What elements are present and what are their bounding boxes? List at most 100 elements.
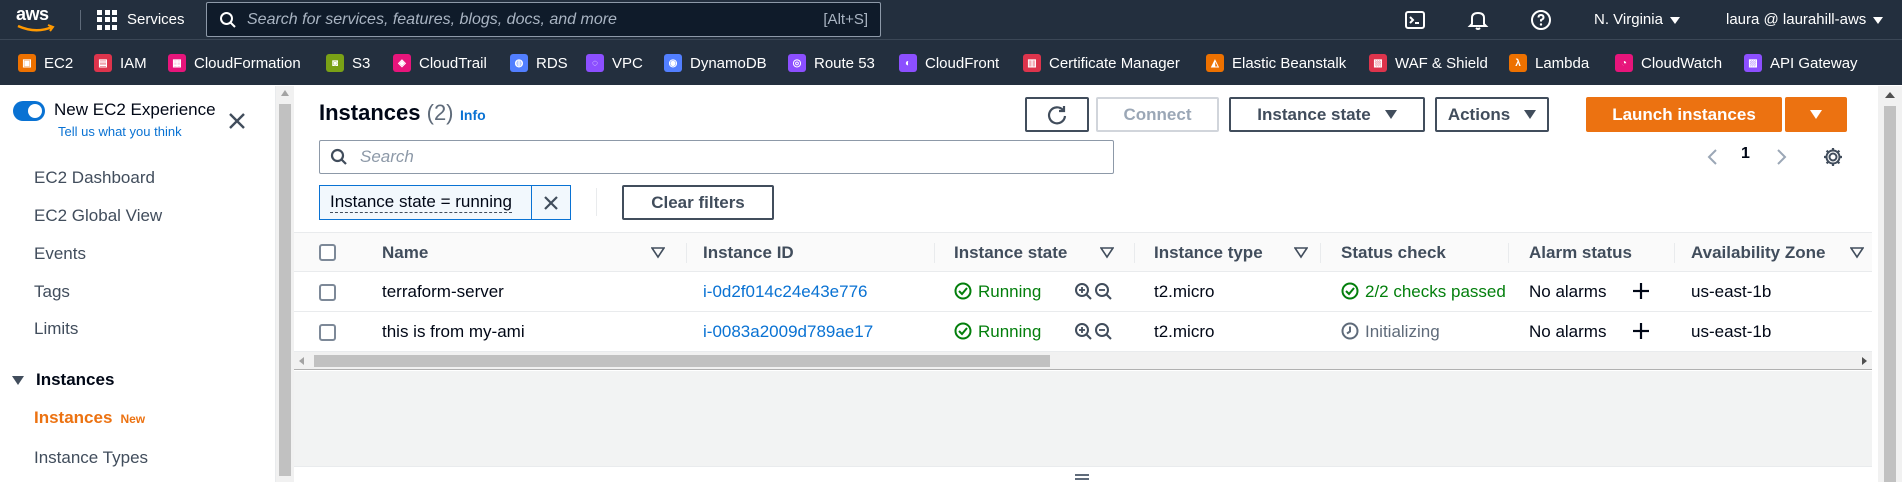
select-all-checkbox[interactable] xyxy=(319,244,336,261)
instance-state-button[interactable]: Instance state xyxy=(1229,97,1425,132)
col-instance-type[interactable]: Instance type xyxy=(1154,243,1263,263)
sidebar-section-instances[interactable]: Instances xyxy=(12,370,114,390)
global-search-input[interactable]: Search for services, features, blogs, do… xyxy=(206,2,881,37)
fav-dynamodb[interactable]: ◉ DynamoDB xyxy=(664,53,767,73)
filter-token-label: Instance state = running xyxy=(330,192,512,213)
actions-button[interactable]: Actions xyxy=(1435,97,1549,132)
sidebar-item-ec2-dashboard[interactable]: EC2 Dashboard xyxy=(34,168,155,188)
scroll-right-icon[interactable] xyxy=(1862,357,1867,365)
plus-icon[interactable] xyxy=(1630,280,1652,302)
col-name[interactable]: Name xyxy=(382,243,428,263)
cloudshell-icon[interactable] xyxy=(1403,8,1427,32)
launch-instances-button[interactable]: Launch instances xyxy=(1586,97,1782,132)
close-icon xyxy=(544,195,558,210)
fav-vpc[interactable]: ◌ VPC xyxy=(586,53,643,73)
fav-cloudformation[interactable]: ▦ CloudFormation xyxy=(168,53,301,73)
fav-certificate-manager[interactable]: ▥ Certificate Manager xyxy=(1023,53,1180,73)
lambda-icon: λ xyxy=(1509,54,1527,72)
col-alarm-status[interactable]: Alarm status xyxy=(1529,243,1632,263)
fav-route53[interactable]: ◎ Route 53 xyxy=(788,53,875,73)
fav-elastic-beanstalk[interactable]: ◭ Elastic Beanstalk xyxy=(1206,53,1346,73)
row-checkbox[interactable] xyxy=(319,284,336,301)
services-menu-button[interactable]: Services xyxy=(97,0,185,39)
info-link[interactable]: Info xyxy=(460,107,486,123)
sidebar-item-instance-types[interactable]: Instance Types xyxy=(34,448,148,468)
fav-cloudfront[interactable]: ◐ CloudFront xyxy=(899,53,999,73)
plus-icon[interactable] xyxy=(1630,320,1652,342)
launch-dropdown-button[interactable] xyxy=(1785,97,1847,132)
fav-iam[interactable]: ▤ IAM xyxy=(94,53,147,73)
col-instance-state[interactable]: Instance state xyxy=(954,243,1067,263)
refresh-button[interactable] xyxy=(1025,97,1089,132)
table-row[interactable]: terraform-server i-0d2f014c24e43e776 Run… xyxy=(294,272,1872,312)
details-panel xyxy=(294,371,1872,466)
sidebar-item-tags[interactable]: Tags xyxy=(34,282,70,302)
clear-filters-button[interactable]: Clear filters xyxy=(622,185,774,220)
sort-icon[interactable] xyxy=(1100,247,1114,259)
fav-lambda[interactable]: λ Lambda xyxy=(1509,53,1589,73)
nav-divider xyxy=(80,10,81,30)
cell-instance-id[interactable]: i-0d2f014c24e43e776 xyxy=(703,282,867,302)
close-icon[interactable] xyxy=(226,110,248,132)
fav-s3[interactable]: ◙ S3 xyxy=(326,53,370,73)
chevron-right-icon[interactable] xyxy=(1774,148,1788,166)
fav-api-gateway[interactable]: ▨ API Gateway xyxy=(1744,53,1858,73)
cell-instance-type: t2.micro xyxy=(1154,322,1215,341)
check-circle-icon xyxy=(954,322,972,340)
cell-status-check[interactable]: 2/2 checks passed xyxy=(1341,282,1506,302)
cell-name: this is from my-ami xyxy=(382,322,525,341)
feedback-link[interactable]: Tell us what you think xyxy=(58,124,182,139)
split-panel-handle[interactable] xyxy=(294,466,1872,482)
fav-ec2[interactable]: ▣ EC2 xyxy=(18,53,73,73)
cell-availability-zone: us-east-1b xyxy=(1691,322,1772,341)
cell-status-check[interactable]: Initializing xyxy=(1341,322,1440,342)
fav-rds[interactable]: ◍ RDS xyxy=(510,53,568,73)
region-selector[interactable]: N. Virginia xyxy=(1594,11,1680,28)
row-checkbox[interactable] xyxy=(319,324,336,341)
account-label: laura @ laurahill-aws xyxy=(1726,11,1867,28)
zoom-icons[interactable] xyxy=(1074,322,1114,342)
cloudfront-icon: ◐ xyxy=(899,54,917,72)
help-icon[interactable] xyxy=(1529,8,1553,32)
sort-icon[interactable] xyxy=(651,247,665,259)
instance-search-input[interactable]: Search xyxy=(319,140,1114,174)
main-scrollbar[interactable] xyxy=(1878,86,1902,482)
drag-handle-icon[interactable] xyxy=(1075,474,1089,476)
sort-icon[interactable] xyxy=(1850,247,1864,259)
table-horizontal-scrollbar[interactable] xyxy=(294,352,1872,370)
cell-instance-id[interactable]: i-0083a2009d789ae17 xyxy=(703,322,873,342)
sidebar-item-instances[interactable]: Instances New xyxy=(34,408,145,428)
waf-shield-icon: ▧ xyxy=(1369,54,1387,72)
ec2-icon: ▣ xyxy=(18,54,36,72)
col-availability-zone[interactable]: Availability Zone xyxy=(1691,243,1825,263)
table-row[interactable]: this is from my-ami i-0083a2009d789ae17 … xyxy=(294,312,1872,352)
fav-cloudwatch[interactable]: ◔ CloudWatch xyxy=(1615,53,1722,73)
new-experience-toggle[interactable] xyxy=(13,101,45,121)
aws-logo[interactable]: aws xyxy=(14,2,62,36)
scrollbar-thumb[interactable] xyxy=(314,355,1050,367)
remove-filter-button[interactable] xyxy=(532,195,570,211)
search-icon xyxy=(330,148,347,165)
refresh-icon xyxy=(1047,105,1067,124)
col-status-check[interactable]: Status check xyxy=(1341,243,1446,263)
bell-icon[interactable] xyxy=(1466,8,1490,32)
fav-waf-shield[interactable]: ▧ WAF & Shield xyxy=(1369,53,1488,73)
sidebar-item-ec2-global-view[interactable]: EC2 Global View xyxy=(34,206,162,226)
scroll-left-icon[interactable] xyxy=(299,357,304,365)
gear-icon[interactable] xyxy=(1822,146,1844,168)
connect-button[interactable]: Connect xyxy=(1096,97,1219,132)
account-menu[interactable]: laura @ laurahill-aws xyxy=(1726,11,1884,28)
sidebar-item-events[interactable]: Events xyxy=(34,244,86,264)
sidebar-scrollbar[interactable] xyxy=(276,86,294,482)
sort-icon[interactable] xyxy=(1294,247,1308,259)
sidebar-item-limits[interactable]: Limits xyxy=(34,319,78,339)
certificate-manager-icon: ▥ xyxy=(1023,54,1041,72)
zoom-icons[interactable] xyxy=(1074,282,1114,302)
col-instance-id[interactable]: Instance ID xyxy=(703,243,794,263)
new-badge: New xyxy=(120,412,146,426)
check-circle-icon xyxy=(954,282,972,300)
new-experience-label: New EC2 Experience xyxy=(54,100,216,119)
fav-cloudtrail[interactable]: ◈ CloudTrail xyxy=(393,53,487,73)
chevron-left-icon[interactable] xyxy=(1706,148,1720,166)
page-number[interactable]: 1 xyxy=(1741,145,1750,163)
